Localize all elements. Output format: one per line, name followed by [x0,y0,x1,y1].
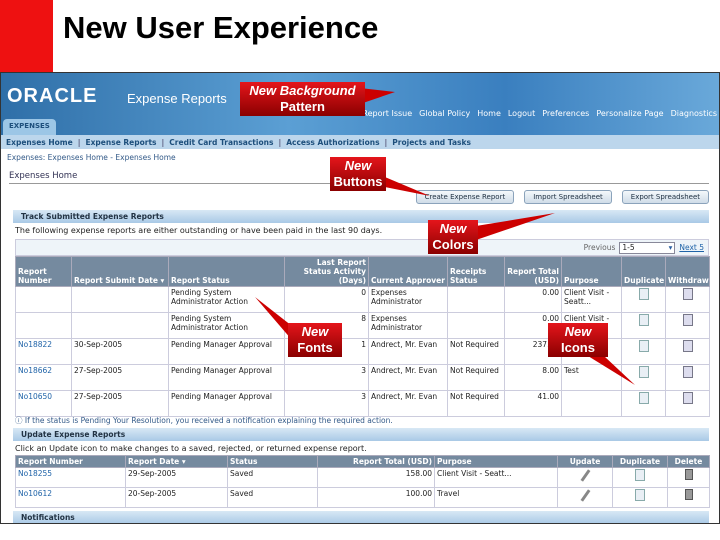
callout-text: Icons [561,340,595,355]
callout-text: New [439,221,467,236]
callout-background: New Background Pattern [240,82,365,116]
callout-text: New [344,158,372,173]
callout-fonts: New Fonts [288,323,342,357]
pointer-colors [476,213,555,240]
callout-text: New [564,324,592,339]
callout-colors: New Colors [428,220,478,254]
callout-icons: New Icons [548,323,608,357]
pointer-fonts [255,297,292,340]
callout-text: Colors [432,237,474,252]
pointer-buttons [380,175,430,196]
callout-pointers [255,88,635,385]
pointer-background [360,88,395,104]
pointer-icons [588,356,635,385]
callout-buttons: New Buttons [330,157,386,191]
callout-text: New [301,324,329,339]
callout-text: Pattern [280,99,325,114]
callout-text: New Background [249,83,356,98]
callout-text: Buttons [333,174,383,189]
callout-text: Fonts [297,340,333,355]
